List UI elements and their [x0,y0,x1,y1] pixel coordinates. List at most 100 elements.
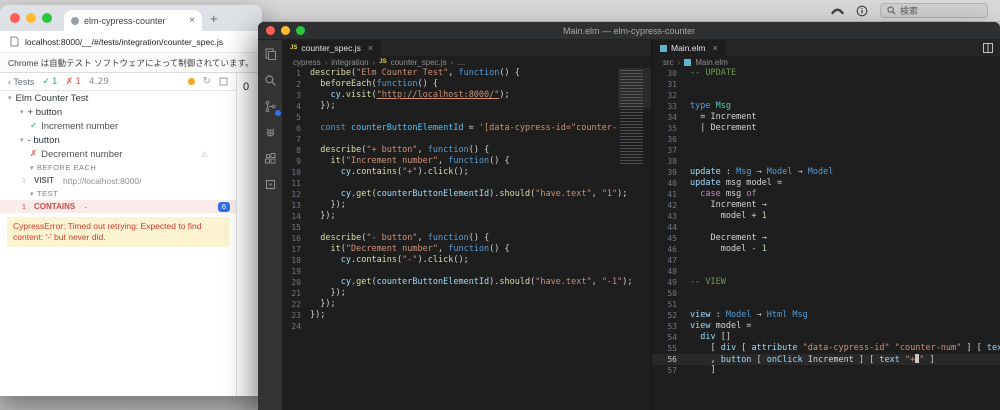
line-number: 41 [667,190,677,199]
suite-minus-button[interactable]: ▾ - button [0,133,236,147]
menubar-search[interactable]: 検索 [880,3,988,18]
code-line: 11 [282,178,651,189]
explorer-icon[interactable] [263,47,278,62]
code-line: 31 [652,79,1000,90]
section-label: TEST [37,189,59,198]
zoom-window-button[interactable] [296,26,305,35]
tab-label: counter_spec.js [301,43,361,53]
check-icon: ✓ [30,121,38,131]
error-message: CypressError: Timed out retrying: Expect… [7,217,229,248]
code-line: 33 type Msg [652,101,1000,112]
code-text: type Msg [690,101,731,111]
minimize-window-button[interactable] [281,26,290,35]
line-number: 4 [296,102,301,111]
code-text: -- VIEW [690,277,726,287]
line-number: 35 [667,124,677,133]
line-number: 13 [291,201,301,210]
elm-file-icon [660,44,667,52]
code-line: 47 [652,255,1000,266]
minimap-slider[interactable] [618,68,651,108]
code-text: model - 1 [690,244,767,254]
close-icon[interactable]: × [368,43,373,53]
browser-tab[interactable]: elm-cypress-counter × [64,10,202,31]
minimap[interactable] [618,68,651,164]
command-message: http://localhost:8000/ [63,175,142,186]
breadcrumb-segment[interactable]: … [457,58,465,67]
duration: 4.29 [88,76,109,87]
test-section[interactable]: ▾ TEST [0,187,236,200]
before-each-section[interactable]: ▾ BEFORE EACH [0,161,236,174]
breadcrumb-segment[interactable]: cypress [293,58,321,67]
window-title: Main.elm — elm-cypress-counter [562,25,696,36]
code-text: }); [310,299,336,309]
line-number: 20 [291,278,301,287]
tab-close-icon[interactable]: × [189,15,195,26]
code-line: 51 [652,299,1000,310]
line-number: 10 [291,168,301,177]
breadcrumb-segment[interactable]: counter_spec.js [391,58,447,67]
command-contains[interactable]: 1 CONTAINS - 6 [0,200,236,213]
info-icon[interactable] [856,5,868,17]
reporter-header: ‹ Tests ✓ 1 ✗ 1 4.29 ↻ [0,73,236,91]
command-visit[interactable]: 1 VISIT http://localhost:8000/ [0,174,236,187]
debug-icon[interactable] [263,125,278,140]
close-window-button[interactable] [10,13,20,23]
editor-group-left: JS counter_spec.js × cypress › integrati… [282,40,652,410]
suite-elm-counter-test[interactable]: ▾ Elm Counter Test [0,91,236,105]
back-to-tests-button[interactable]: ‹ Tests [8,77,34,87]
zoom-window-button[interactable] [42,13,52,23]
source-control-icon[interactable] [263,99,282,117]
chrome-addressbar[interactable]: localhost:8000/__/#/tests/integration/co… [0,31,262,53]
code-text: describe("Elm Counter Test", function() … [310,68,520,78]
auto-scroll-indicator-icon[interactable] [187,78,195,85]
search-icon [887,6,896,15]
code-text: const counterButtonElementId = '[data-cy… [320,123,633,133]
remote-icon[interactable] [263,177,278,192]
minimize-window-button[interactable] [26,13,36,23]
tab-counter-spec[interactable]: JS counter_spec.js × [282,40,383,56]
passed-value: 1 [51,76,58,87]
new-tab-button[interactable]: + [210,11,218,26]
line-number: 5 [296,113,301,122]
code-editor-counter-spec[interactable]: 1 describe("Elm Counter Test", function()… [282,68,651,410]
breadcrumb-segment[interactable]: integration [331,58,368,67]
code-line: 37 [652,145,1000,156]
viewport-icon[interactable] [219,77,228,86]
close-window-button[interactable] [266,26,275,35]
command-index: 1 [21,202,26,211]
close-icon[interactable]: × [712,43,717,53]
code-text: , button [ onClick Increment ] [ text "+… [690,354,935,365]
cypress-reporter: ‹ Tests ✓ 1 ✗ 1 4.29 ↻ ▾ Elm Counter Tes… [0,73,237,396]
code-line: 3 cy.visit("http://localhost:8000/"); [282,90,651,101]
code-line: 9 it("Increment number", function() { [282,156,651,167]
phone-icon[interactable] [831,5,844,16]
extensions-icon[interactable] [263,151,278,166]
code-line: 38 [652,156,1000,167]
tab-label: Main.elm [671,43,706,53]
code-text: }); [310,101,336,111]
code-line: 19 [282,266,651,277]
test-decrement-number[interactable]: ✗ Decrement number ⚠ [0,147,236,161]
code-editor-main-elm[interactable]: 30 -- UPDATE 31 32 33 type Msg 34 = Increment 3… [652,68,1000,410]
breadcrumb-segment[interactable]: Main.elm [695,58,727,67]
split-editor-icon[interactable] [983,43,993,53]
line-number: 49 [667,278,677,287]
suite-label: + button [27,106,63,118]
suite-plus-button[interactable]: ▾ + button [0,105,236,119]
section-label: BEFORE EACH [37,163,97,172]
test-increment-number[interactable]: ✓ Increment number [0,119,236,133]
line-number: 44 [667,223,677,232]
chevron-right-icon: › [677,57,681,67]
refresh-icon[interactable]: ↻ [203,76,211,87]
tab-main-elm[interactable]: Main.elm × [652,40,727,56]
automation-infobar: Chrome は自動テスト ソフトウェアによって制御されています。 [0,53,262,73]
line-number: 7 [296,135,301,144]
code-text: view model = [690,321,752,331]
search-icon[interactable] [263,73,278,88]
breadcrumb: cypress › integration › JS counter_spec.… [282,56,651,68]
breadcrumb-segment[interactable]: src [663,58,674,67]
code-text: beforeEach(function() { [320,79,438,89]
code-text: cy.visit("http://localhost:8000/"); [330,90,510,100]
code-text: cy.contains("-").click(); [340,255,469,265]
code-text: cy.get(counterButtonElementId).should("h… [340,189,628,199]
